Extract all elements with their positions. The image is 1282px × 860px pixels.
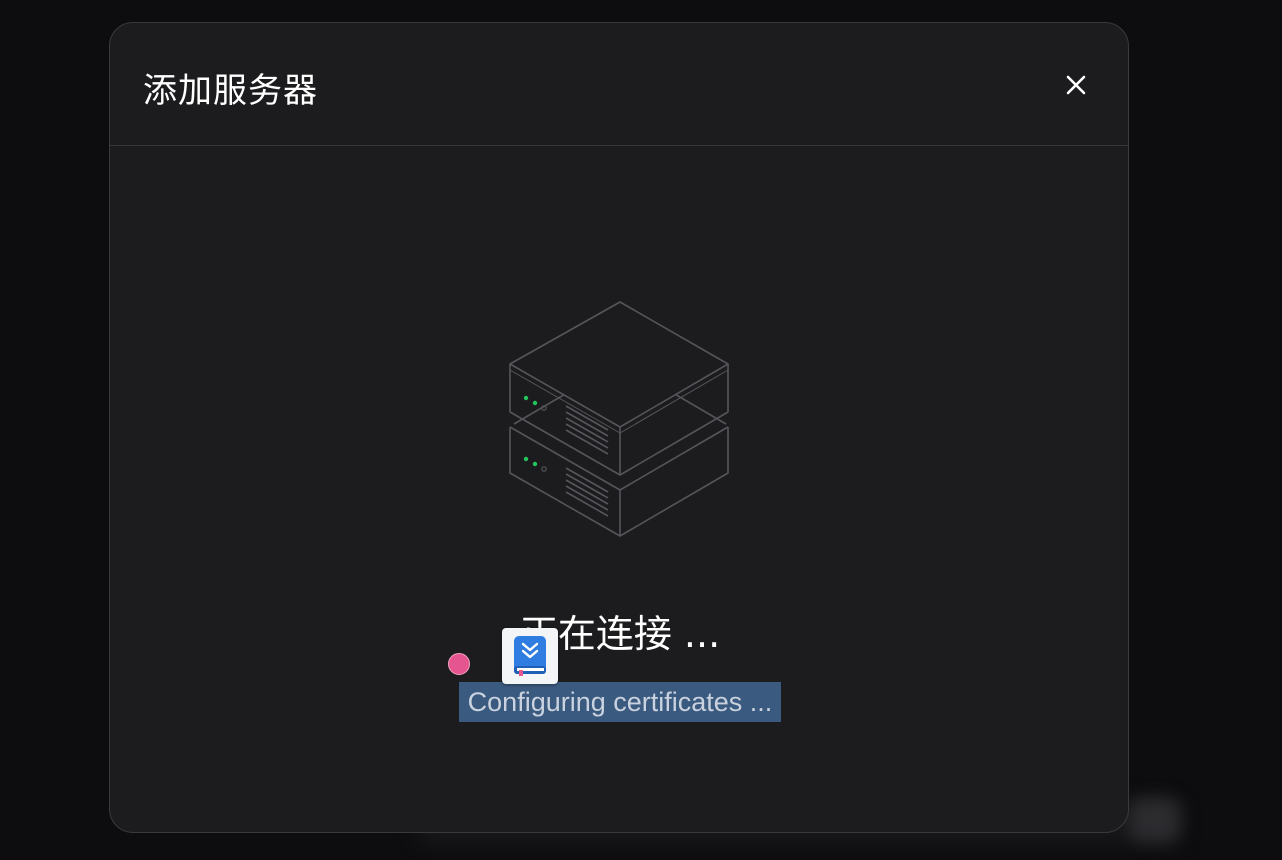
background-blurred-toggle	[1130, 798, 1180, 842]
add-server-dialog: 添加服务器 正在连接 ... Configuring certificates …	[109, 22, 1129, 833]
dialog-title: 添加服务器	[143, 71, 318, 111]
led-green	[523, 395, 529, 401]
connecting-status-detail: Configuring certificates ...	[459, 682, 781, 722]
cursor-indicator	[448, 653, 470, 675]
close-button[interactable]	[1058, 67, 1094, 103]
download-book-app-icon[interactable]	[502, 628, 558, 684]
close-icon	[1066, 75, 1086, 95]
led-green	[532, 400, 538, 406]
led-green	[523, 456, 529, 462]
led-green	[532, 461, 538, 467]
connecting-status-title: 正在连接 ...	[519, 612, 721, 656]
dialog-header: 添加服务器	[110, 23, 1128, 146]
book-download-icon	[514, 636, 546, 676]
server-stack-icon	[509, 301, 729, 537]
server-unit-top	[509, 301, 729, 476]
